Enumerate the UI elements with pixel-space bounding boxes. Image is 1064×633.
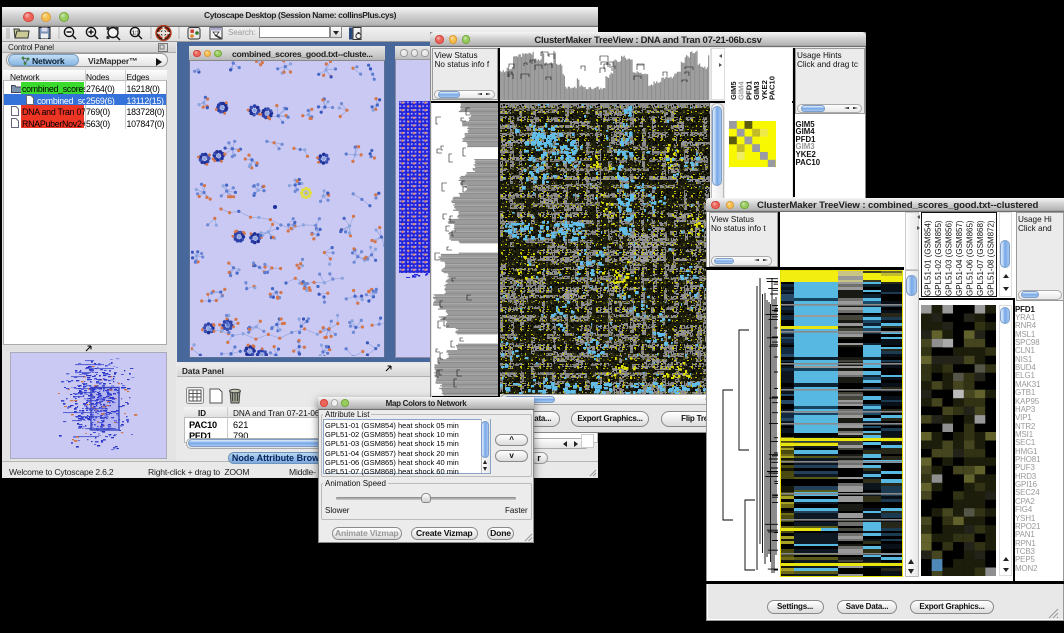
svg-text:GPL51-01 (GSM854): GPL51-01 (GSM854): [923, 220, 932, 296]
svg-text:GPL51-08 (GSM872): GPL51-08 (GSM872): [987, 220, 996, 296]
svg-text:GPL51-07 (GSM868): GPL51-07 (GSM868): [976, 220, 985, 296]
svg-text:PAC10: PAC10: [768, 76, 777, 100]
svg-text:GPL51-06 (GSM865): GPL51-06 (GSM865): [966, 220, 975, 296]
svg-text:GPL51-03 (GSM856): GPL51-03 (GSM856): [944, 220, 953, 296]
svg-text:GPL51-04 (GSM857): GPL51-04 (GSM857): [955, 220, 964, 296]
svg-text:1:1: 1:1: [132, 31, 139, 37]
svg-text:GPL51-02 (GSM855): GPL51-02 (GSM855): [934, 220, 943, 296]
